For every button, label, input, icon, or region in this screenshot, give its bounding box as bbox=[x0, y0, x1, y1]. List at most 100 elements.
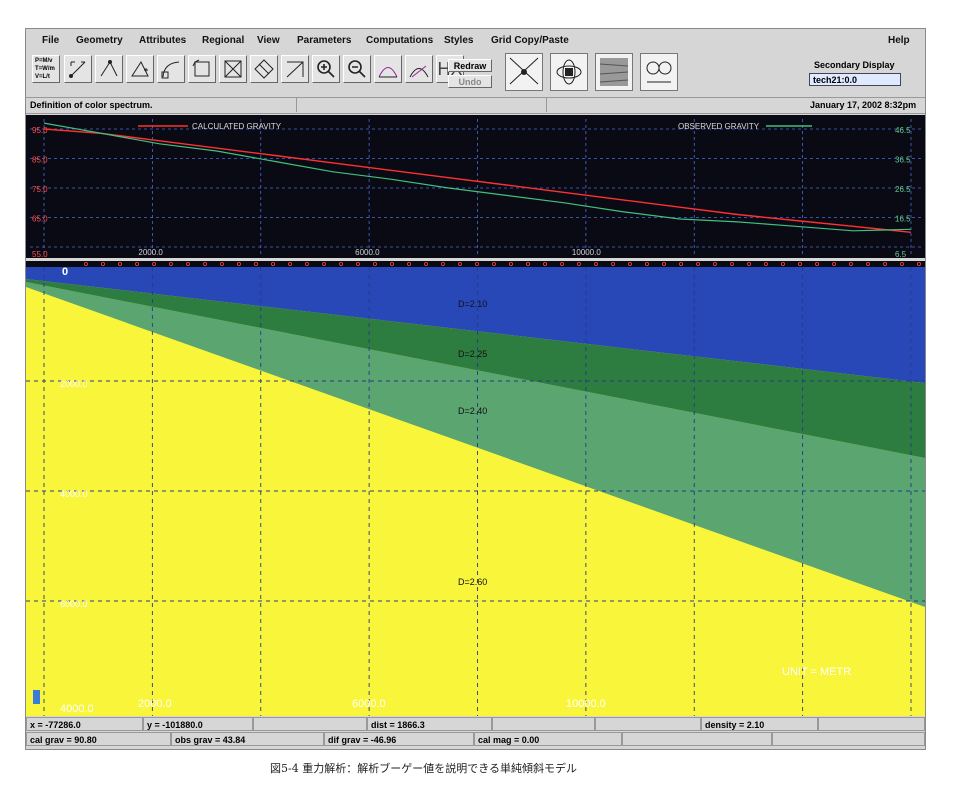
model-cross-section[interactable]: 0 D=2.10 D=2.25 D=2.40 D=2.60 2000.0 400… bbox=[26, 261, 925, 716]
zoom-in-button[interactable] bbox=[312, 55, 340, 83]
menu-help[interactable]: Help bbox=[888, 35, 910, 46]
readout-blank bbox=[772, 732, 925, 746]
layer-label-2.10: D=2.10 bbox=[458, 299, 487, 309]
menu-parameters[interactable]: Parameters bbox=[297, 35, 351, 46]
menu-regional[interactable]: Regional bbox=[202, 35, 244, 46]
y-readout: y = -101880.0 bbox=[143, 717, 253, 731]
gravity-left-tick: 55.0 bbox=[32, 250, 48, 258]
move-point-button[interactable] bbox=[95, 55, 123, 83]
shrink-box-button[interactable] bbox=[250, 55, 278, 83]
zoom-box-icon bbox=[224, 60, 242, 78]
formula-button[interactable]: P=M/v T=W/m V=L/t bbox=[32, 55, 60, 83]
field-lines-view-button[interactable] bbox=[550, 53, 588, 91]
add-point-icon bbox=[131, 60, 149, 77]
gravity-profile-plot[interactable]: CALCULATED GRAVITY OBSERVED GRAVITY 95.0… bbox=[26, 115, 925, 258]
menu-file[interactable]: File bbox=[42, 35, 59, 46]
select-tool-button[interactable] bbox=[64, 55, 92, 83]
obs-grav-readout: obs grav = 43.84 bbox=[171, 732, 324, 746]
status-line: Definition of color spectrum. January 17… bbox=[26, 97, 925, 114]
status-divider bbox=[296, 98, 297, 112]
select-tool-icon bbox=[69, 61, 86, 78]
move-point-icon bbox=[100, 60, 118, 77]
curve-tool-icon bbox=[161, 61, 180, 79]
layer-label-2.25: D=2.25 bbox=[458, 349, 487, 359]
x-tick-6000: 6000.0 bbox=[352, 698, 386, 710]
x-tick-2000: 2000.0 bbox=[138, 698, 172, 710]
readout-blank bbox=[622, 732, 772, 746]
curve-tool-button[interactable] bbox=[157, 55, 185, 83]
cal-mag-readout: cal mag = 0.00 bbox=[474, 732, 622, 746]
curve-edit-icon bbox=[409, 65, 429, 78]
curve-fit-button[interactable] bbox=[374, 55, 402, 83]
gravity-right-tick: 6.5 bbox=[895, 250, 907, 258]
gravity-right-tick: 16.5 bbox=[895, 215, 911, 224]
status-message: Definition of color spectrum. bbox=[30, 100, 153, 110]
undo-button[interactable]: Undo bbox=[448, 75, 492, 88]
calculated-gravity-legend-label: CALCULATED GRAVITY bbox=[192, 122, 282, 131]
delete-point-button[interactable] bbox=[281, 55, 309, 83]
zoom-in-icon bbox=[317, 60, 335, 78]
field-lines-icon bbox=[556, 59, 582, 85]
formula-line-2: T=W/m bbox=[35, 66, 55, 72]
gravity-left-tick: 95.0 bbox=[32, 126, 48, 135]
x-readout: x = -77286.0 bbox=[26, 717, 143, 731]
model-geometry-view-button[interactable] bbox=[505, 53, 543, 91]
shrink-box-icon bbox=[254, 59, 274, 79]
toolbar: P=M/v T=W/m V=L/t Redraw Undo Secondary … bbox=[26, 51, 925, 97]
menu-computations[interactable]: Computations bbox=[366, 35, 433, 46]
readout-blank bbox=[595, 717, 701, 731]
zoom-box-button[interactable] bbox=[219, 55, 247, 83]
readout-blank bbox=[253, 717, 367, 731]
polygon-rotate-button[interactable] bbox=[188, 55, 216, 83]
layer-label-2.40: D=2.40 bbox=[458, 406, 487, 416]
gravity-right-tick: 36.5 bbox=[895, 156, 911, 165]
menu-grid-copy-paste[interactable]: Grid Copy/Paste bbox=[491, 35, 569, 46]
noise-texture-icon bbox=[599, 58, 629, 86]
scroll-handle[interactable] bbox=[33, 690, 40, 704]
depth-tick-4000: 4000.0 bbox=[60, 489, 88, 499]
menu-view[interactable]: View bbox=[257, 35, 280, 46]
gravity-plot-background bbox=[26, 115, 925, 258]
texture-view-button[interactable] bbox=[595, 53, 633, 91]
layer-label-2.60: D=2.60 bbox=[458, 577, 487, 587]
zoom-out-icon bbox=[348, 60, 366, 78]
secondary-display-label: Secondary Display bbox=[814, 60, 895, 70]
add-point-button[interactable] bbox=[126, 55, 154, 83]
gravity-left-tick: 65.0 bbox=[32, 215, 48, 224]
gravity-left-tick: 75.0 bbox=[32, 185, 48, 194]
dist-readout: dist = 1866.3 bbox=[367, 717, 492, 731]
menu-styles[interactable]: Styles bbox=[444, 35, 473, 46]
dif-grav-readout: dif grav = -46.96 bbox=[324, 732, 474, 746]
x-tick-10000: 10000.0 bbox=[566, 698, 606, 710]
figure-caption: 図5-4 重力解析：解析ブーゲー値を説明できる単純傾斜モデル bbox=[270, 762, 577, 775]
zoom-out-button[interactable] bbox=[343, 55, 371, 83]
units-label: UNIT = METR bbox=[782, 666, 851, 678]
gravity-x-tick: 2000.0 bbox=[138, 248, 163, 257]
origin-label: 0 bbox=[62, 266, 68, 278]
menu-attributes[interactable]: Attributes bbox=[139, 35, 186, 46]
status-divider bbox=[546, 98, 547, 112]
depth-tick-2000: 2000.0 bbox=[60, 379, 88, 389]
width-view-button[interactable] bbox=[640, 53, 678, 91]
gravity-right-tick: 26.5 bbox=[895, 185, 911, 194]
cal-grav-readout: cal grav = 90.80 bbox=[26, 732, 171, 746]
status-datetime: January 17, 2002 8:32pm bbox=[810, 100, 917, 110]
menu-geometry[interactable]: Geometry bbox=[76, 35, 123, 46]
formula-line-1: P=M/v bbox=[35, 58, 53, 64]
gravity-modeling-window: File Geometry Attributes Regional View P… bbox=[25, 28, 926, 750]
redraw-button[interactable]: Redraw bbox=[448, 59, 492, 72]
curve-edit-button[interactable] bbox=[405, 55, 433, 83]
readout-blank bbox=[818, 717, 925, 731]
gravity-x-tick: 10000.0 bbox=[572, 248, 601, 257]
observed-gravity-legend-label: OBSERVED GRAVITY bbox=[678, 122, 760, 131]
delete-point-icon bbox=[286, 61, 304, 78]
menu-bar: File Geometry Attributes Regional View P… bbox=[26, 29, 925, 51]
gravity-x-tick: 6000.0 bbox=[355, 248, 380, 257]
width-bodies-icon bbox=[646, 61, 672, 83]
formula-line-3: V=L/t bbox=[35, 74, 50, 80]
polygon-rotate-icon bbox=[192, 59, 210, 77]
readout-blank bbox=[492, 717, 595, 731]
secondary-display-field[interactable]: tech21:0.0 bbox=[809, 73, 901, 86]
depth-tick-6000: 6000.0 bbox=[60, 599, 88, 609]
gravity-right-tick: 46.5 bbox=[895, 126, 911, 135]
